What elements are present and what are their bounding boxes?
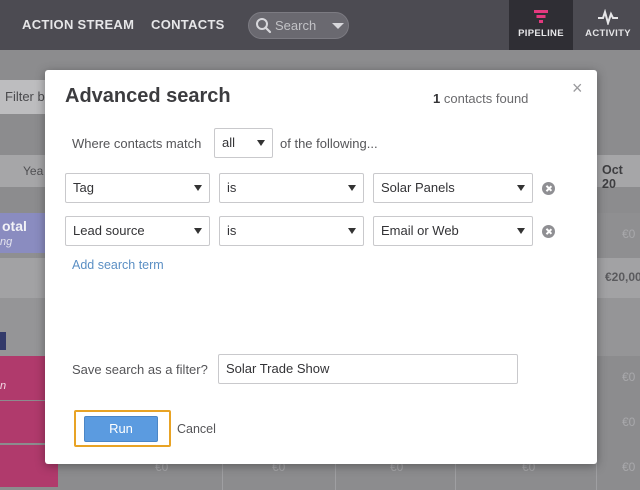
term-operator-value: is xyxy=(227,180,237,195)
bg-marker xyxy=(0,332,6,350)
cell-value: €0 xyxy=(622,227,636,241)
search-icon xyxy=(256,18,272,34)
match-select[interactable]: all xyxy=(214,128,273,158)
top-nav: ACTION STREAM CONTACTS Search PIPELINE A… xyxy=(0,0,640,50)
col-header-year: Yea xyxy=(23,164,44,178)
cell-value: €0 xyxy=(622,370,636,384)
tab-activity-label: ACTIVITY xyxy=(585,28,631,39)
filter-label: Filter b xyxy=(5,89,45,104)
cell-value: €0 xyxy=(622,415,636,429)
add-search-term-link[interactable]: Add search term xyxy=(72,258,164,272)
cancel-link[interactable]: Cancel xyxy=(177,422,216,436)
tab-activity[interactable]: ACTIVITY xyxy=(576,0,640,50)
match-value: all xyxy=(222,135,236,150)
term-field-value: Tag xyxy=(73,180,94,195)
term-field-select[interactable]: Tag xyxy=(65,173,210,203)
nav-action-stream[interactable]: ACTION STREAM xyxy=(22,0,134,50)
dropdown-arrow-icon xyxy=(194,228,202,234)
grid-line xyxy=(455,464,456,490)
tab-pipeline-label: PIPELINE xyxy=(518,28,564,39)
term-value-value: Email or Web xyxy=(381,223,459,238)
dropdown-arrow-icon xyxy=(348,228,356,234)
close-icon[interactable]: × xyxy=(572,79,583,97)
cell-value: €20,00 xyxy=(605,270,640,284)
filter-button: Filter b xyxy=(0,80,50,114)
total-label: otal xyxy=(2,218,27,234)
total-sub-label: ng xyxy=(0,236,13,248)
filter-name-input[interactable]: Solar Trade Show xyxy=(218,354,518,384)
pulse-icon xyxy=(598,9,618,25)
cell-value: €0 xyxy=(622,460,636,474)
remove-term-icon[interactable] xyxy=(542,225,555,238)
chevron-down-icon[interactable] xyxy=(332,23,344,29)
found-count: 1 xyxy=(433,91,441,106)
results-count: 1 contacts found xyxy=(433,91,528,106)
grid-line xyxy=(222,464,223,490)
dropdown-arrow-icon xyxy=(517,185,525,191)
total-label-block: otal ng xyxy=(0,213,48,253)
dialog-title: Advanced search xyxy=(65,85,231,107)
dropdown-arrow-icon xyxy=(517,228,525,234)
dropdown-arrow-icon xyxy=(257,140,265,146)
advanced-search-dialog: Advanced search 1 contacts found × Where… xyxy=(45,70,597,464)
save-filter-label: Save search as a filter? xyxy=(72,362,208,377)
search-box[interactable]: Search xyxy=(248,12,349,39)
term-field-select[interactable]: Lead source xyxy=(65,216,210,246)
search-placeholder: Search xyxy=(275,18,317,33)
found-text: contacts found xyxy=(443,91,529,106)
term-operator-select[interactable]: is xyxy=(219,173,364,203)
grid-line xyxy=(335,464,336,490)
term-field-value: Lead source xyxy=(73,223,145,238)
funnel-icon xyxy=(534,10,548,23)
remove-term-icon[interactable] xyxy=(542,182,555,195)
match-prefix: Where contacts match xyxy=(72,136,202,151)
term-value-select[interactable]: Solar Panels xyxy=(373,173,533,203)
run-button[interactable]: Run xyxy=(84,416,158,442)
match-suffix: of the following... xyxy=(280,136,378,151)
term-value-value: Solar Panels xyxy=(381,180,455,195)
term-operator-select[interactable]: is xyxy=(219,216,364,246)
dropdown-arrow-icon xyxy=(348,185,356,191)
term-operator-value: is xyxy=(227,223,237,238)
term-value-select[interactable]: Email or Web xyxy=(373,216,533,246)
col-header-oct: Oct 20 xyxy=(602,163,623,191)
nav-contacts[interactable]: CONTACTS xyxy=(151,0,225,50)
stage-sub-label: n xyxy=(0,380,7,392)
dropdown-arrow-icon xyxy=(194,185,202,191)
tab-pipeline[interactable]: PIPELINE xyxy=(509,0,573,50)
